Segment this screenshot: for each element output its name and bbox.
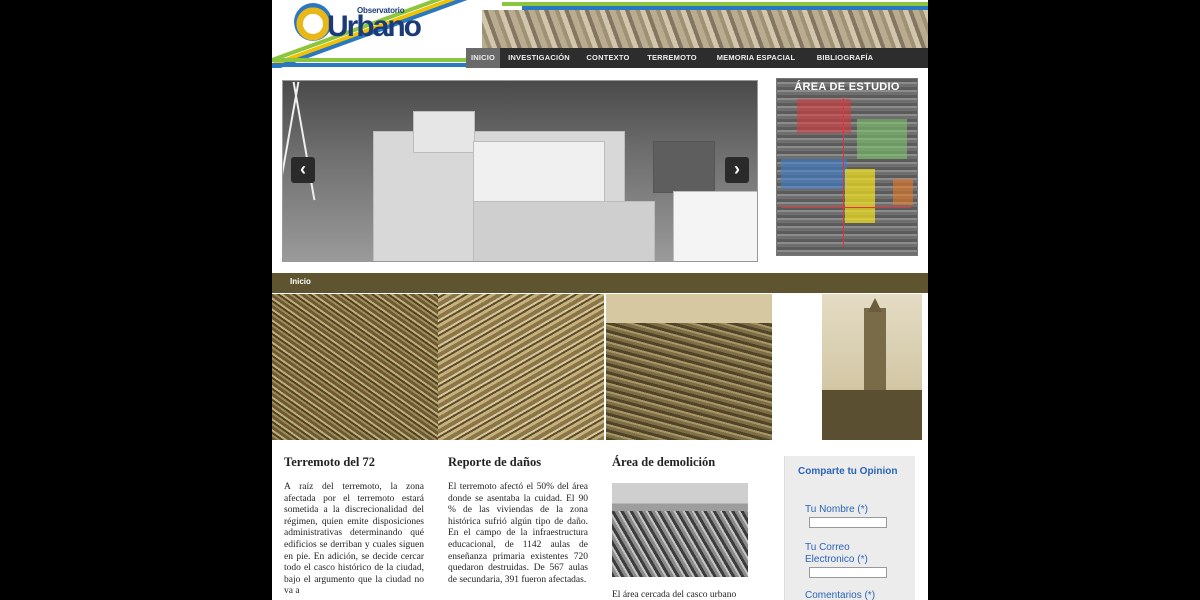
slide-model-base (473, 201, 655, 261)
map-zone-orange (893, 179, 913, 205)
column-text-terremoto: A raíz del terremoto, la zona afectada p… (284, 482, 424, 597)
slide-model-dark-block (653, 141, 715, 193)
church-spire (868, 298, 882, 312)
breadcrumb-current[interactable]: Inicio (290, 273, 311, 291)
header-bottom-stripe-blue (272, 63, 472, 67)
photo-gap (774, 294, 822, 440)
aerial-photo-3 (606, 294, 772, 440)
demolition-photo (612, 483, 748, 577)
slider-prev-button[interactable]: ‹ (291, 157, 315, 183)
map-zone-blue (781, 159, 847, 189)
nav-item-terremoto[interactable]: TERREMOTO (642, 48, 702, 68)
church-trees (822, 390, 922, 440)
header-aerial-image (482, 10, 928, 50)
nav-item-contexto[interactable]: CONTEXTO (582, 48, 634, 68)
church-photo (822, 294, 922, 440)
site-header: Observatorio Urbano INICIO INVESTIGACIÓN… (272, 0, 928, 68)
slide-model-facade (473, 141, 605, 203)
image-slider[interactable]: ‹ › (282, 80, 758, 262)
column-text-reporte: El terremoto afectó el 50% del área dond… (448, 482, 588, 585)
header-bottom-stripe-green (272, 58, 472, 62)
email-label: Tu Correo Electronico (*) (805, 542, 868, 565)
nav-item-investigacion[interactable]: INVESTIGACIÓN (504, 48, 574, 68)
main-nav: INICIO INVESTIGACIÓN CONTEXTO TERREMOTO … (466, 48, 928, 68)
demolition-caption: El área cercada del casco urbano (612, 590, 737, 600)
column-title-terremoto: Terremoto del 72 (284, 455, 375, 469)
opinion-form: Comparte tu Opinion Tu Nombre (*) Tu Cor… (784, 456, 915, 600)
aerial-photo-1 (272, 294, 438, 440)
nav-item-bibliografia[interactable]: BIBLIOGRAFÍA (808, 48, 882, 68)
study-area-title: ÁREA DE ESTUDIO (794, 81, 900, 93)
name-label: Tu Nombre (*) (805, 504, 868, 515)
study-area-map[interactable]: ÁREA DE ESTUDIO (776, 78, 918, 256)
slide-model-tower (413, 111, 475, 153)
map-zone-green (857, 119, 907, 159)
logo-title: Urbano (327, 10, 422, 43)
map-border-line (781, 207, 911, 208)
page: Observatorio Urbano INICIO INVESTIGACIÓN… (272, 0, 928, 600)
aerial-photo-2 (438, 294, 604, 440)
nav-item-inicio[interactable]: INICIO (466, 48, 500, 68)
name-field[interactable] (809, 517, 887, 528)
map-border-line (843, 97, 844, 247)
column-title-reporte: Reporte de daños (448, 455, 542, 469)
breadcrumb-bar: Inicio (272, 273, 928, 293)
email-field[interactable] (809, 567, 887, 578)
nav-item-memoria-espacial[interactable]: MEMORIA ESPACIAL (710, 48, 802, 68)
opinion-title: Comparte tu Opinion (798, 466, 898, 477)
slider-next-button[interactable]: › (725, 157, 749, 183)
site-logo[interactable]: Observatorio Urbano (294, 3, 434, 47)
column-title-demolicion: Área de demolición (612, 455, 716, 469)
map-zone-yellow (845, 169, 875, 223)
comments-label: Comentarios (*) (805, 590, 876, 600)
slide-model-annex (673, 191, 757, 261)
